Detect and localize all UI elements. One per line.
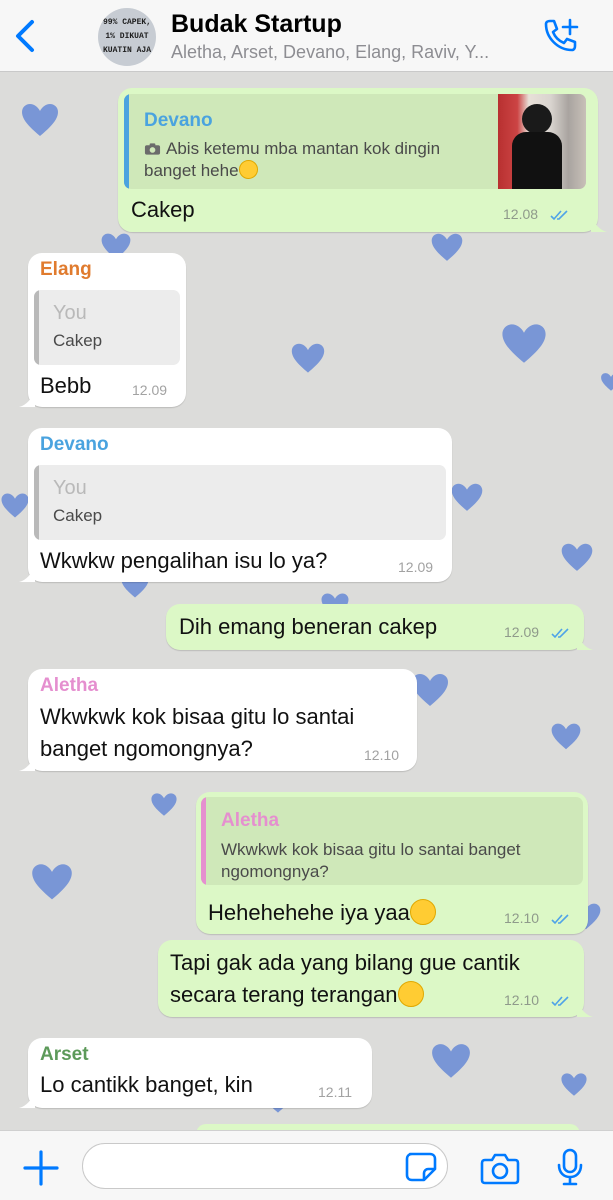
message-bubble-incoming[interactable]: Elang You Cakep Bebb 12.09 — [19, 253, 186, 407]
quote-photo-thumbnail[interactable] — [498, 94, 586, 189]
message-time: 12.10 — [364, 747, 400, 763]
message-text-line2: banget ngomongnya? — [40, 736, 253, 761]
heart-decoration-icon — [22, 104, 58, 136]
quote-bar — [201, 797, 206, 885]
message-bubble-outgoing[interactable]: Dih emang beneran cakep 12.09 — [166, 604, 593, 650]
group-avatar[interactable]: 99% CAPEK, 1% DIKUAT KUATIN AJA — [98, 8, 156, 66]
message-input[interactable] — [82, 1143, 448, 1189]
quote-sender: You — [53, 477, 87, 499]
bubble-tail — [19, 566, 35, 582]
quote-text: Abis ketemu mba mantan kok dingin banget… — [144, 138, 494, 182]
heart-decoration-icon — [561, 1073, 587, 1096]
phone-plus-icon[interactable] — [540, 16, 584, 56]
message-bubble-outgoing[interactable]: Devano Abis ketemu mba mantan kok dingin… — [118, 88, 607, 232]
message-bubble-incoming[interactable]: Arset Lo cantikk banget, kin 12.11 — [19, 1038, 372, 1108]
quote-sender: Devano — [144, 110, 213, 131]
message-time: 12.09 — [398, 559, 434, 575]
sender-name: Aletha — [40, 675, 99, 696]
heart-decoration-icon — [291, 343, 325, 373]
message-text-line2: secara terang terangan — [170, 978, 424, 1011]
message-input-bar — [0, 1130, 613, 1200]
message-bubble-outgoing[interactable]: Aletha Wkwkwk kok bisaa gitu lo santai b… — [196, 792, 588, 934]
message-time: 12.10 — [504, 910, 540, 926]
sender-name: Devano — [40, 434, 109, 455]
read-receipt-icon — [551, 628, 569, 639]
bubble-tail — [19, 755, 35, 771]
group-members[interactable]: Aletha, Arset, Devano, Elang, Raviv, Y..… — [171, 42, 541, 63]
reply-quote[interactable]: You Cakep — [34, 465, 446, 540]
heart-decoration-icon — [451, 483, 483, 511]
photo-person — [522, 104, 552, 134]
reply-quote[interactable]: Aletha Wkwkwk kok bisaa gitu lo santai b… — [201, 797, 583, 885]
heart-decoration-icon — [151, 793, 177, 816]
message-text-line1: Tapi gak ada yang bilang gue cantik — [170, 950, 520, 975]
slightly-smiling-emoji — [409, 899, 436, 925]
quote-sender: You — [53, 302, 87, 324]
reply-quote[interactable]: You Cakep — [34, 290, 180, 365]
sender-name: Elang — [40, 259, 92, 280]
heart-decoration-icon — [601, 373, 613, 391]
quote-text-content: Abis ketemu mba mantan kok dingin banget… — [144, 139, 441, 180]
photo-person-body — [512, 132, 562, 189]
quote-text: Cakep — [53, 506, 103, 525]
quote-sender: Aletha — [221, 810, 280, 831]
message-text-content: secara terang terangan — [170, 982, 398, 1007]
reply-quote[interactable]: Devano Abis ketemu mba mantan kok dingin… — [124, 94, 586, 189]
plus-icon[interactable] — [22, 1149, 60, 1187]
bubble-tail — [19, 391, 35, 407]
heart-decoration-icon — [431, 233, 463, 261]
heart-decoration-icon — [1, 493, 29, 518]
message-time: 12.09 — [132, 382, 168, 398]
microphone-icon[interactable] — [554, 1147, 586, 1187]
bubble-tail — [591, 216, 607, 232]
message-text: Hehehehehe iya yaa — [208, 896, 436, 929]
heart-decoration-icon — [551, 723, 581, 750]
read-receipt-icon — [551, 914, 569, 925]
message-text: Wkwkw pengalihan isu lo ya? — [40, 548, 328, 573]
message-time: 12.10 — [504, 992, 540, 1008]
sticker-icon[interactable] — [404, 1151, 438, 1183]
message-bubble-incoming[interactable]: Aletha Wkwkwk kok bisaa gitu lo santai b… — [19, 669, 417, 771]
heart-decoration-icon — [432, 1044, 470, 1078]
message-text-line1: Wkwkwk kok bisaa gitu lo santai — [40, 704, 355, 729]
message-bubble-outgoing[interactable]: Tapi gak ada yang bilang gue cantik seca… — [158, 940, 593, 1017]
back-chevron-icon[interactable] — [10, 16, 42, 56]
chat-header: 99% CAPEK, 1% DIKUAT KUATIN AJA Budak St… — [0, 0, 613, 72]
quote-text-line1: Wkwkwk kok bisaa gitu lo santai banget — [221, 840, 521, 859]
quote-bar — [34, 465, 39, 540]
heart-decoration-icon — [502, 324, 546, 363]
frowning-emoji — [397, 981, 424, 1007]
camera-icon[interactable] — [480, 1151, 520, 1185]
read-receipt-icon — [551, 996, 569, 1007]
quote-text-line2: ngomongnya? — [221, 862, 329, 881]
bubble-tail — [577, 1001, 593, 1017]
message-time: 12.08 — [503, 206, 539, 222]
message-text: Lo cantikk banget, kin — [40, 1072, 253, 1097]
message-text: Cakep — [131, 197, 195, 222]
sender-name: Arset — [40, 1044, 89, 1065]
grinning-sweat-emoji — [238, 160, 258, 179]
group-title[interactable]: Budak Startup — [171, 10, 342, 39]
message-time: 12.09 — [504, 624, 540, 640]
group-avatar-text: 99% CAPEK, 1% DIKUAT KUATIN AJA — [102, 18, 151, 55]
bubble-tail — [577, 634, 593, 650]
message-bubble-incoming[interactable]: Devano You Cakep Wkwkw pengalihan isu lo… — [19, 428, 452, 582]
message-text: Bebb — [40, 373, 92, 398]
bubble-tail — [19, 1092, 35, 1108]
quote-bar — [124, 94, 129, 189]
quote-text: Cakep — [53, 331, 103, 350]
heart-decoration-icon — [32, 864, 72, 900]
message-text: Dih emang beneran cakep — [179, 614, 438, 639]
message-time: 12.11 — [318, 1084, 352, 1100]
heart-decoration-icon — [561, 543, 593, 571]
read-receipt-icon — [550, 210, 568, 221]
message-text-content: Hehehehehe iya yaa — [208, 900, 410, 925]
quote-bar — [34, 290, 39, 365]
